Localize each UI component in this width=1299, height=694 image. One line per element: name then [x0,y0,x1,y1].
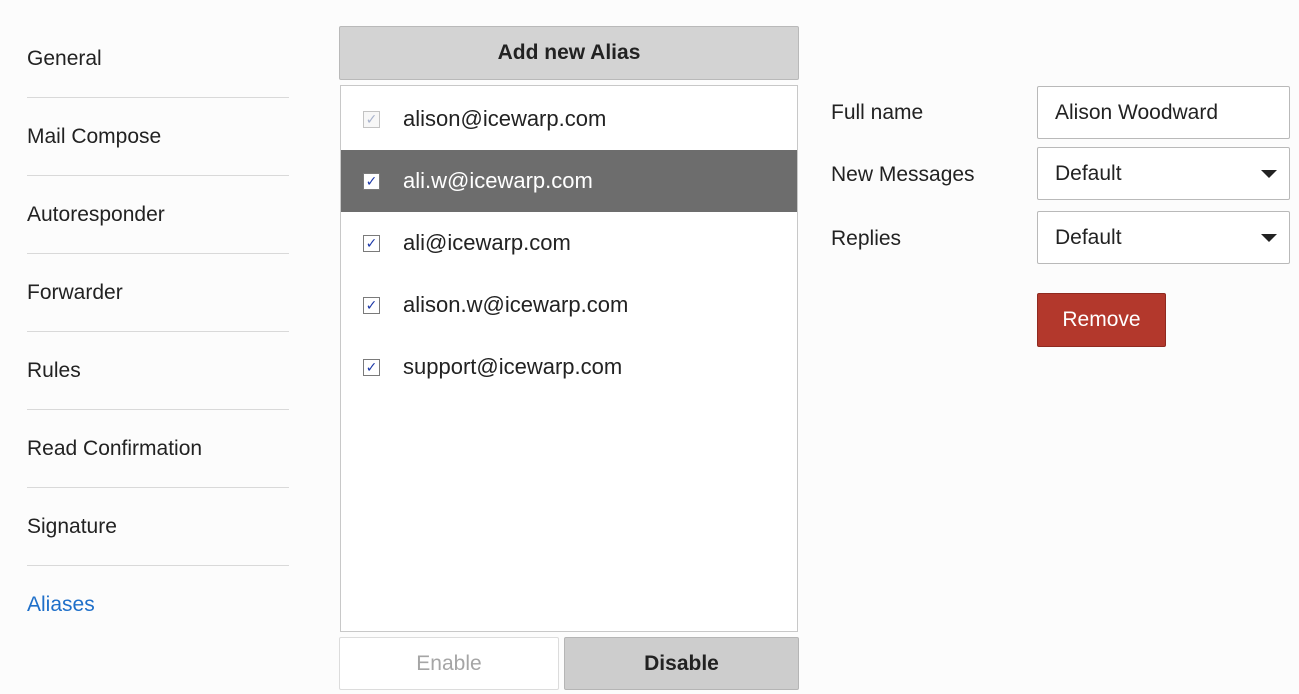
replies-select[interactable]: Default [1037,211,1290,264]
sidebar-item-forwarder[interactable]: Forwarder [27,254,289,332]
alias-checkbox[interactable]: ✓ [363,172,380,190]
replies-value: Default [1055,225,1122,249]
sidebar-item-mail-compose[interactable]: Mail Compose [27,98,289,176]
new-messages-label: New Messages [831,163,975,186]
alias-email: ali@icewarp.com [403,230,571,255]
sidebar-item-aliases[interactable]: Aliases [27,566,289,644]
sidebar-item-label: Signature [27,514,117,538]
sidebar-item-read-confirmation[interactable]: Read Confirmation [27,410,289,488]
disable-button[interactable]: Disable [564,637,799,690]
chevron-down-icon [1261,234,1277,242]
alias-row[interactable]: ✓ alison.w@icewarp.com [341,274,797,336]
chevron-down-icon [1261,170,1277,178]
alias-checkbox[interactable]: ✓ [363,358,380,376]
replies-label: Replies [831,227,902,250]
alias-email: ali.w@icewarp.com [403,168,593,193]
sidebar-item-label: Mail Compose [27,124,162,148]
alias-row-selected[interactable]: ✓ ali.w@icewarp.com [341,150,797,212]
settings-sidebar: General Mail Compose Autoresponder Forwa… [27,20,289,644]
alias-row[interactable]: ✓ alison@icewarp.com [341,88,797,150]
enable-button[interactable]: Enable [339,637,559,690]
remove-button[interactable]: Remove [1037,293,1166,347]
alias-checkbox[interactable]: ✓ [363,234,380,252]
new-messages-select[interactable]: Default [1037,147,1290,200]
alias-checkbox[interactable]: ✓ [363,296,380,314]
alias-email: alison.w@icewarp.com [403,292,629,317]
sidebar-item-label: Autoresponder [27,202,165,226]
sidebar-item-rules[interactable]: Rules [27,332,289,410]
alias-email: alison@icewarp.com [403,106,607,131]
alias-email: support@icewarp.com [403,354,623,379]
sidebar-item-general[interactable]: General [27,20,289,98]
sidebar-item-label: Read Confirmation [27,436,203,460]
sidebar-item-label: General [27,46,102,70]
sidebar-item-label: Forwarder [27,280,123,304]
full-name-input[interactable]: Alison Woodward [1037,86,1290,139]
sidebar-item-signature[interactable]: Signature [27,488,289,566]
new-messages-value: Default [1055,161,1122,185]
full-name-label: Full name [831,101,924,124]
sidebar-item-label: Aliases [27,593,95,616]
full-name-value: Alison Woodward [1055,100,1219,124]
add-new-alias-button[interactable]: Add new Alias [339,26,799,80]
alias-row[interactable]: ✓ support@icewarp.com [341,336,797,398]
alias-checkbox: ✓ [363,110,380,128]
alias-row[interactable]: ✓ ali@icewarp.com [341,212,797,274]
sidebar-item-label: Rules [27,358,81,382]
sidebar-item-autoresponder[interactable]: Autoresponder [27,176,289,254]
alias-list: ✓ alison@icewarp.com ✓ ali.w@icewarp.com… [340,85,798,632]
settings-window: General Mail Compose Autoresponder Forwa… [0,0,1299,694]
